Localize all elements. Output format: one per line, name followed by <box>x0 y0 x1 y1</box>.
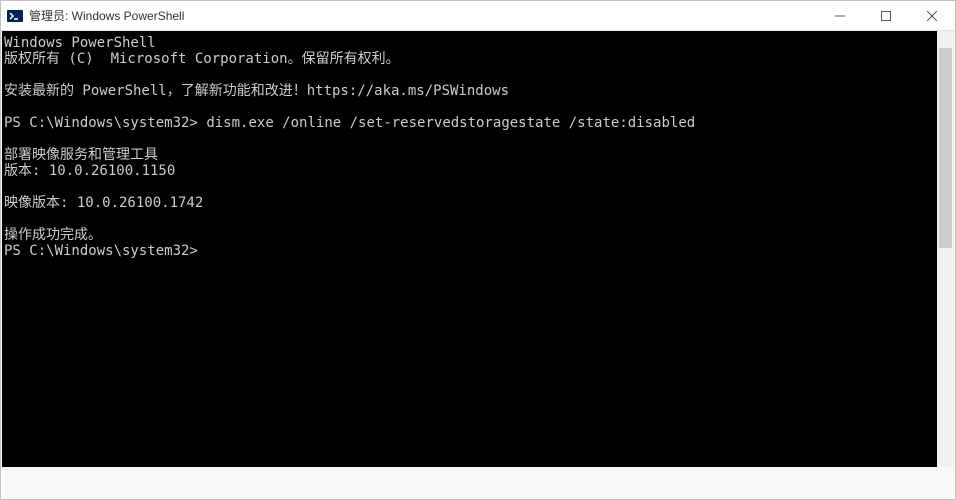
ps-header-line2: 版权所有 (C) Microsoft Corporation。保留所有权利。 <box>4 51 935 67</box>
success-message: 操作成功完成。 <box>4 227 935 243</box>
dism-title: 部署映像服务和管理工具 <box>4 147 935 163</box>
window-controls <box>817 1 955 30</box>
terminal-area: Windows PowerShell版权所有 (C) Microsoft Cor… <box>2 31 937 467</box>
scrollbar-thumb[interactable] <box>939 48 952 248</box>
terminal-output[interactable]: Windows PowerShell版权所有 (C) Microsoft Cor… <box>2 31 937 467</box>
command-line: PS C:\Windows\system32> dism.exe /online… <box>4 115 935 131</box>
install-hint: 安装最新的 PowerShell，了解新功能和改进！https://aka.ms… <box>4 83 935 99</box>
powershell-icon <box>7 8 23 24</box>
powershell-window: 管理员: Windows PowerShell Windows PowerShe… <box>0 0 956 500</box>
maximize-button[interactable] <box>863 1 909 31</box>
window-title: 管理员: Windows PowerShell <box>29 7 817 24</box>
minimize-button[interactable] <box>817 1 863 31</box>
prompt-prefix: PS C:\Windows\system32> <box>4 115 198 131</box>
prompt-ready[interactable]: PS C:\Windows\system32> <box>4 243 935 259</box>
blank-line <box>4 67 935 83</box>
image-version: 映像版本: 10.0.26100.1742 <box>4 195 935 211</box>
blank-line <box>4 179 935 195</box>
blank-line <box>4 211 935 227</box>
close-button[interactable] <box>909 1 955 31</box>
prompt-prefix: PS C:\Windows\system32> <box>4 243 198 259</box>
bottom-strip <box>2 467 954 498</box>
blank-line <box>4 99 935 115</box>
dism-version: 版本: 10.0.26100.1150 <box>4 163 935 179</box>
ps-header-line1: Windows PowerShell <box>4 35 935 51</box>
blank-line <box>4 131 935 147</box>
vertical-scrollbar[interactable] <box>937 31 954 467</box>
entered-command: dism.exe /online /set-reservedstoragesta… <box>206 115 695 131</box>
titlebar[interactable]: 管理员: Windows PowerShell <box>1 1 955 31</box>
